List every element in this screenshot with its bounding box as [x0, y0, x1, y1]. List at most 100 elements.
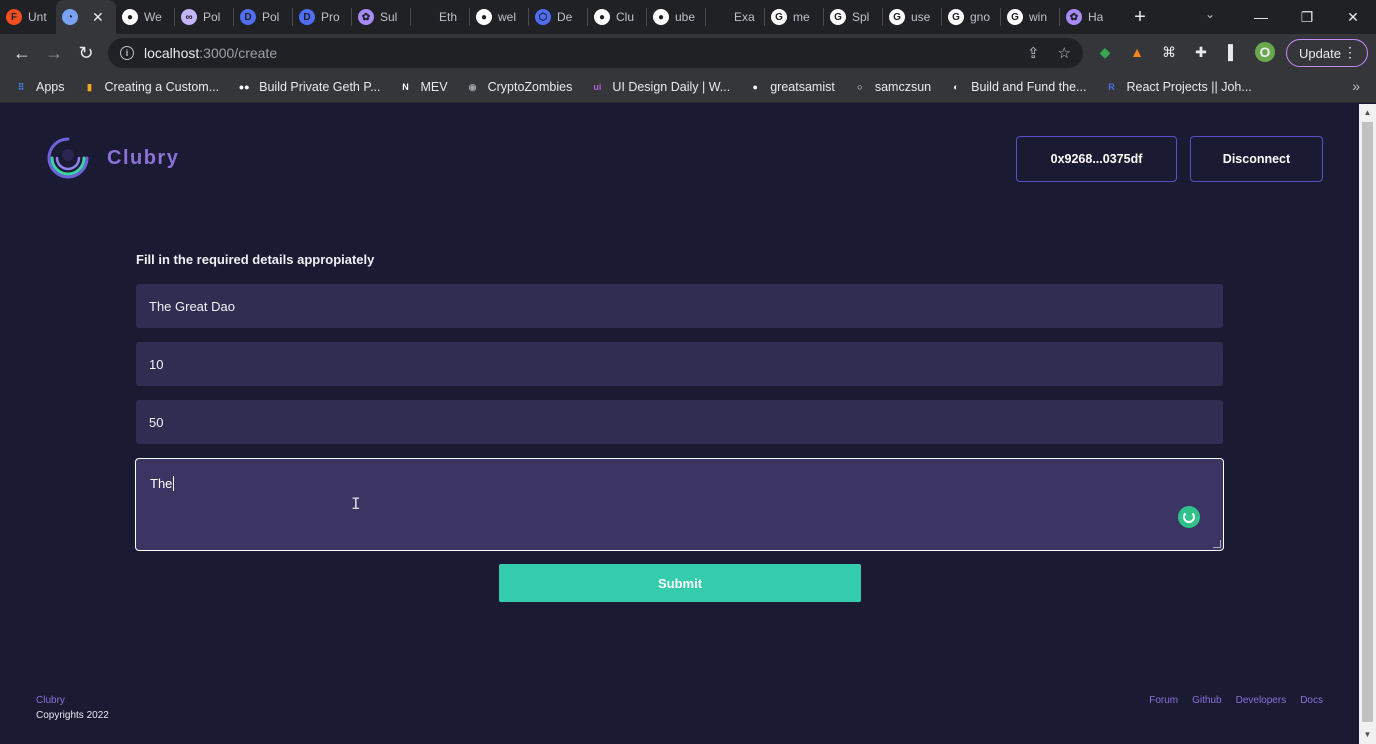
url-path: :3000/create: [199, 45, 278, 61]
tab-title: De: [557, 10, 573, 24]
bookmark-item[interactable]: ○ samczsun: [853, 80, 931, 94]
site-info-icon[interactable]: i: [120, 46, 134, 60]
bookmark-label: Build and Fund the...: [971, 80, 1087, 94]
bookmark-item[interactable]: ● greatsamist: [748, 80, 835, 94]
github-icon: ●: [594, 9, 610, 25]
browser-tab[interactable]: D Pro: [293, 0, 351, 34]
forward-arrow-icon[interactable]: →: [38, 37, 70, 69]
tab-title: Spl: [852, 10, 870, 24]
scrollbar-thumb[interactable]: [1362, 122, 1373, 722]
restore-icon[interactable]: ❐: [1284, 9, 1330, 26]
disconnect-button[interactable]: Disconnect: [1190, 136, 1323, 182]
circle-icon: ○: [857, 82, 863, 92]
bookmark-label: UI Design Daily | W...: [612, 80, 731, 94]
description-textarea[interactable]: The: [135, 458, 1224, 551]
web-icon: ✿: [1066, 9, 1082, 25]
third-number-input[interactable]: 50: [136, 400, 1223, 444]
tab-title: Sul: [380, 10, 398, 24]
extension-colorful-icon[interactable]: ◆: [1095, 42, 1115, 62]
bookmark-label: Creating a Custom...: [104, 80, 220, 94]
polygon-icon: ∞: [181, 9, 197, 25]
browser-tab[interactable]: Ggno: [942, 0, 1000, 34]
resize-handle-icon[interactable]: [1213, 540, 1221, 548]
command-icon[interactable]: ⌘: [1159, 42, 1179, 62]
extensions-puzzle-icon[interactable]: ✚: [1191, 42, 1211, 62]
browser-tab[interactable]: Exa: [706, 0, 764, 34]
grammarly-icon[interactable]: [1178, 506, 1200, 528]
clubry-logo-icon: [47, 137, 89, 179]
browser-toolbar: ← → ↻ i localhost:3000/create ⇪ ☆ ◆ ▲ ⌘ …: [0, 34, 1376, 72]
second-number-input[interactable]: 10: [136, 342, 1223, 386]
browser-tab[interactable]: ✿ Sul: [352, 0, 410, 34]
google-icon: G: [948, 9, 964, 25]
bookmark-item[interactable]: R React Projects || Joh...: [1104, 80, 1252, 94]
browser-tab[interactable]: ✿ Ha: [1060, 0, 1118, 34]
scroll-up-arrow-icon[interactable]: ▲: [1359, 106, 1376, 120]
browser-tab[interactable]: D Pol: [234, 0, 292, 34]
new-tab-button[interactable]: +: [1128, 6, 1152, 29]
scroll-down-arrow-icon[interactable]: ▼: [1359, 728, 1376, 742]
browser-tab[interactable]: ● wel: [470, 0, 528, 34]
browser-tab[interactable]: Eth: [411, 0, 469, 34]
bookmark-star-icon[interactable]: ☆: [1058, 44, 1071, 62]
back-arrow-icon[interactable]: ←: [6, 37, 38, 69]
web-icon: ✿: [358, 9, 374, 25]
minimize-icon[interactable]: —: [1238, 9, 1284, 25]
footer-link-github[interactable]: Github: [1192, 695, 1221, 706]
submit-button[interactable]: Submit: [499, 564, 861, 602]
dao-name-input[interactable]: The Great Dao: [136, 284, 1223, 328]
brand-name: Clubry: [107, 146, 180, 169]
browser-tab[interactable]: Guse: [883, 0, 941, 34]
footer-link-developers[interactable]: Developers: [1236, 695, 1287, 706]
browser-tab[interactable]: ∞ Pol: [175, 0, 233, 34]
more-bookmarks-icon[interactable]: »: [1352, 78, 1360, 94]
browser-tab[interactable]: ● ube: [647, 0, 705, 34]
description-text: The: [150, 476, 173, 491]
browser-tab[interactable]: ● Clu: [588, 0, 646, 34]
bookmark-item[interactable]: ▮ Creating a Custom...: [83, 80, 220, 94]
side-panel-icon[interactable]: ▌: [1223, 42, 1243, 62]
bookmark-item[interactable]: ui UI Design Daily | W...: [590, 80, 730, 94]
browser-tab[interactable]: Gwin: [1001, 0, 1059, 34]
footer-link-docs[interactable]: Docs: [1300, 695, 1323, 706]
share-icon[interactable]: ⇪: [1027, 44, 1040, 62]
bookmark-item[interactable]: ⠿ Apps: [14, 80, 65, 94]
github-icon: ●: [653, 9, 669, 25]
browser-tab[interactable]: ● We: [116, 0, 174, 34]
profile-avatar[interactable]: O: [1255, 42, 1275, 62]
text-cursor-icon: I: [351, 494, 361, 513]
blank-icon: [417, 9, 433, 25]
uidesign-icon: ui: [593, 82, 602, 92]
bookmark-item[interactable]: ◉ CryptoZombies: [466, 80, 573, 94]
reload-icon[interactable]: ↻: [70, 37, 102, 69]
brand-logo[interactable]: Clubry: [44, 136, 179, 180]
close-tab-icon[interactable]: ✕: [92, 9, 104, 26]
tab-search-icon[interactable]: ⌄: [1205, 7, 1215, 21]
browser-tab[interactable]: Gme: [765, 0, 823, 34]
metamask-fox-icon[interactable]: ▲: [1127, 42, 1147, 62]
page-scrollbar[interactable]: ▲ ▼: [1359, 104, 1376, 744]
tab-title: wel: [498, 10, 517, 24]
bookmark-item[interactable]: ●● Build Private Geth P...: [237, 80, 381, 94]
github-icon: ●: [752, 82, 758, 92]
browser-tab[interactable]: ◔ ✕: [56, 0, 116, 34]
browser-tab[interactable]: G Spl: [824, 0, 882, 34]
footer-link-forum[interactable]: Forum: [1149, 695, 1178, 706]
kebab-menu-icon[interactable]: ⋮: [1343, 44, 1357, 61]
tab-title: ube: [675, 10, 696, 24]
bookmark-label: greatsamist: [770, 80, 835, 94]
footer-brand[interactable]: Clubry: [36, 695, 65, 706]
browser-tab[interactable]: ⬡ De: [529, 0, 587, 34]
footer-links: Forum Github Developers Docs: [1149, 695, 1323, 706]
bookmark-item[interactable]: N MEV: [399, 80, 447, 94]
text-caret: [173, 476, 175, 491]
wallet-address-button[interactable]: 0x9268...0375df: [1016, 136, 1177, 182]
update-label: Update: [1299, 45, 1341, 61]
update-button[interactable]: Update ⋮: [1286, 39, 1368, 67]
apps-grid-icon: ⠿: [17, 81, 25, 92]
address-bar[interactable]: i localhost:3000/create ⇪ ☆: [108, 38, 1083, 68]
bookmark-item[interactable]: ◐ Build and Fund the...: [949, 80, 1086, 94]
browser-tab[interactable]: F Unt: [0, 0, 56, 34]
close-window-icon[interactable]: ✕: [1330, 9, 1376, 26]
url-host: localhost: [144, 45, 200, 61]
